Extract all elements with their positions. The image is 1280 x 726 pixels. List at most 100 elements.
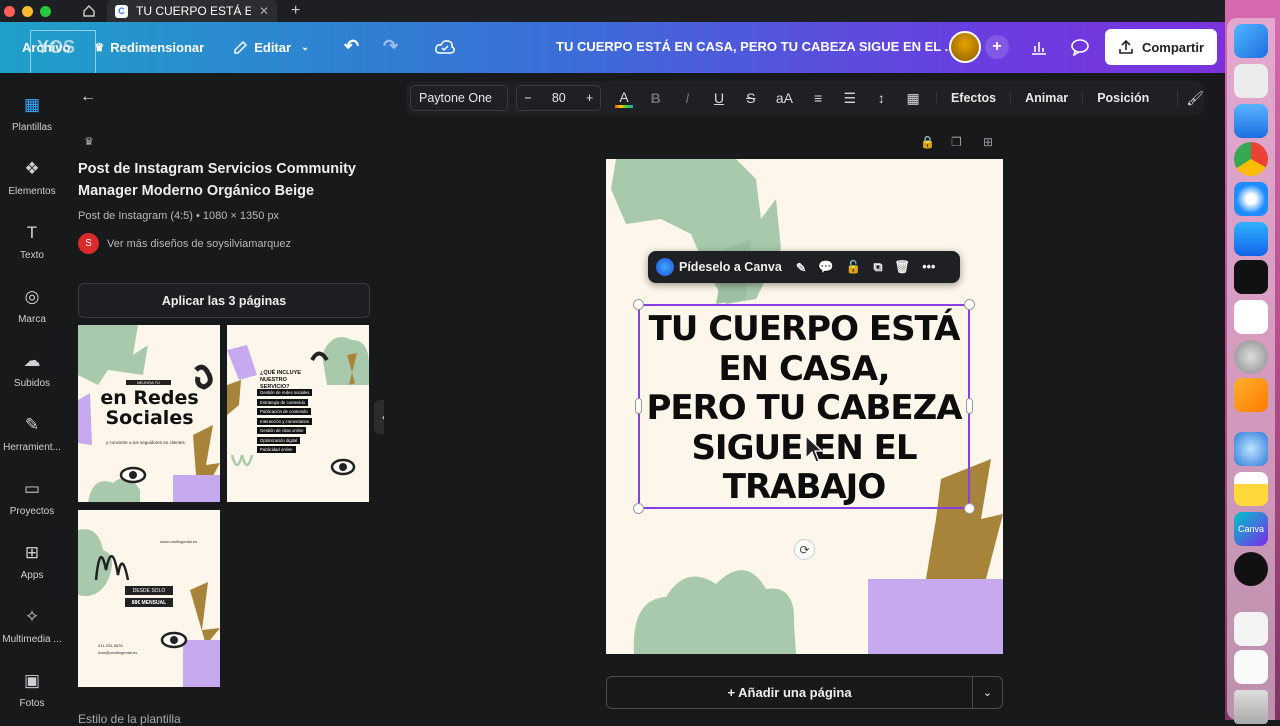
robot-app-icon[interactable] bbox=[1234, 432, 1268, 466]
resize-handle-top-right[interactable] bbox=[964, 299, 975, 310]
template-thumbnail-3[interactable]: www.unsitiogenial.es DESDE SOLO 88€ MENS… bbox=[78, 510, 220, 687]
insights-button[interactable] bbox=[1022, 31, 1056, 63]
edit-mode-button[interactable]: Editar ⌄ bbox=[232, 40, 309, 56]
thumbnail-3-price2: 88€ MENSUAL bbox=[131, 600, 167, 606]
sidebar-item-label: Subidos bbox=[13, 378, 51, 389]
finder-icon[interactable] bbox=[1234, 24, 1268, 58]
user-avatar[interactable] bbox=[949, 31, 981, 63]
cloud-saved-icon[interactable] bbox=[434, 38, 456, 56]
sidebar-item-multimedia[interactable]: ✧ Multimedia ... bbox=[0, 607, 64, 645]
screen-recorder-icon[interactable] bbox=[1234, 552, 1268, 586]
thumbnail-1-heading: en Redes Sociales bbox=[100, 387, 199, 429]
duplicate-page-icon[interactable]: ❐ bbox=[951, 135, 962, 149]
duplicate-icon[interactable]: ⧉ bbox=[873, 260, 882, 275]
lock-element-icon[interactable]: 🔓 bbox=[846, 260, 862, 275]
pages-icon[interactable] bbox=[1234, 378, 1268, 412]
font-size-increase[interactable]: + bbox=[586, 91, 593, 105]
share-button[interactable]: Compartir bbox=[1105, 29, 1217, 65]
more-options-icon[interactable]: ••• bbox=[922, 260, 935, 274]
sidebar-item-elements[interactable]: ❖ Elementos bbox=[0, 159, 64, 197]
new-tab-button[interactable]: + bbox=[291, 2, 300, 20]
template-thumbnail-2[interactable]: ¿QUÉ INCLUYE NUESTRO SERVICIO? Gestión d… bbox=[227, 325, 369, 502]
invite-button[interactable]: + bbox=[985, 35, 1009, 59]
sidebar-item-apps[interactable]: ⊞ Apps bbox=[0, 543, 64, 581]
font-family-select[interactable]: Paytone One bbox=[410, 85, 509, 111]
photos-icon: ▣ bbox=[23, 671, 41, 690]
sidebar-item-projects[interactable]: ▭ Proyectos bbox=[0, 479, 64, 517]
template-thumbnail-1[interactable]: MEJORA TU PRESENCIA en Redes Sociales y … bbox=[78, 325, 220, 502]
italic-icon[interactable]: I bbox=[679, 90, 697, 106]
list-icon[interactable]: ☰ bbox=[841, 90, 859, 107]
magic-edit-icon[interactable]: ✎ bbox=[796, 260, 806, 275]
trash-icon[interactable] bbox=[1234, 690, 1268, 724]
animate-button[interactable]: Animar bbox=[1010, 91, 1082, 105]
minimize-window-button[interactable] bbox=[22, 5, 33, 17]
position-button[interactable]: Posición bbox=[1082, 91, 1163, 105]
effects-button[interactable]: Efectos bbox=[935, 91, 1010, 105]
redo-icon[interactable]: ↷ bbox=[383, 36, 398, 57]
resize-handle-top-left[interactable] bbox=[633, 299, 644, 310]
sidebar-item-label: Elementos bbox=[8, 186, 56, 197]
text-icon: T bbox=[26, 223, 38, 242]
headline-text[interactable]: TU CUERPO ESTÁ EN CASA, PERO TU CABEZA SIGU… bbox=[640, 309, 968, 508]
underline-icon[interactable]: U bbox=[710, 90, 728, 106]
home-tab[interactable] bbox=[71, 0, 107, 22]
font-size-decrease[interactable]: − bbox=[524, 91, 531, 105]
font-size-stepper[interactable]: − 80 + bbox=[516, 85, 602, 111]
screenshot-icon[interactable] bbox=[1234, 64, 1268, 98]
sidebar-item-photos[interactable]: ▣ Fotos bbox=[0, 671, 64, 709]
watermark-text: YOS bbox=[37, 37, 76, 57]
align-center-icon[interactable]: ≡ bbox=[809, 90, 827, 106]
chrome-icon[interactable] bbox=[1234, 142, 1268, 176]
headline-line: EN CASA, bbox=[718, 348, 890, 389]
apps-icon: ⊞ bbox=[24, 543, 40, 562]
strikethrough-icon[interactable]: S bbox=[742, 90, 760, 106]
notes-icon[interactable] bbox=[1234, 472, 1268, 506]
sidebar-item-templates[interactable]: ▦ Plantillas bbox=[0, 95, 64, 133]
resize-button[interactable]: ♛ Redimensionar bbox=[94, 40, 204, 55]
apply-all-pages-button[interactable]: Aplicar las 3 páginas bbox=[78, 283, 370, 318]
font-size-value[interactable]: 80 bbox=[552, 91, 566, 105]
close-tab-icon[interactable]: ✕ bbox=[259, 4, 269, 18]
author-link-label: Ver más diseños de soysilviamarquez bbox=[107, 237, 292, 250]
author-link[interactable]: S Ver más diseños de soysilviamarquez bbox=[78, 233, 291, 254]
ask-canva-button[interactable]: Pídeselo a Canva bbox=[679, 260, 782, 274]
browser-tab-active[interactable]: C TU CUERPO ESTÁ E... ✕ bbox=[107, 0, 277, 22]
rotate-handle-icon[interactable]: ⟳ bbox=[794, 539, 815, 560]
app-store-icon[interactable] bbox=[1234, 222, 1268, 256]
undo-icon[interactable]: ↶ bbox=[344, 36, 359, 57]
sidebar-item-text[interactable]: T Texto bbox=[0, 223, 64, 261]
safari-icon[interactable] bbox=[1234, 182, 1268, 216]
lock-icon[interactable]: 🔒 bbox=[920, 135, 935, 149]
document-thumbnail-icon[interactable] bbox=[1234, 612, 1268, 646]
canva-app-icon[interactable]: Canva bbox=[1234, 512, 1268, 546]
thumbnail-3-phone: 911-234-5678 bbox=[98, 643, 123, 648]
add-page-icon[interactable]: ⊞ bbox=[983, 135, 993, 149]
transparency-icon[interactable]: ▦ bbox=[904, 90, 922, 107]
comments-button[interactable] bbox=[1063, 31, 1097, 63]
text-color-icon[interactable]: A bbox=[615, 88, 633, 108]
tools-icon: ✎ bbox=[24, 415, 40, 434]
document-title[interactable]: TU CUERPO ESTÁ EN CASA, PERO TU CABEZA S… bbox=[556, 39, 955, 54]
app-dark-icon[interactable] bbox=[1234, 260, 1268, 294]
document-thumbnail-2-icon[interactable] bbox=[1234, 650, 1268, 684]
mail-icon[interactable] bbox=[1234, 104, 1268, 138]
calendar-icon[interactable] bbox=[1234, 300, 1268, 334]
close-window-button[interactable] bbox=[4, 5, 15, 17]
comment-add-icon[interactable]: 💬 bbox=[818, 260, 834, 275]
back-arrow-icon[interactable]: ← bbox=[80, 88, 96, 106]
add-page-dropdown[interactable]: ⌄ bbox=[972, 676, 1003, 709]
editor-topbar: Archivo ♛ Redimensionar Editar ⌄ ↶ ↷ TU … bbox=[0, 22, 1225, 73]
sidebar-item-brand[interactable]: ◎ Marca bbox=[0, 287, 64, 325]
bold-icon[interactable]: B bbox=[647, 90, 665, 106]
letter-case-icon[interactable]: aA bbox=[774, 90, 796, 106]
system-settings-icon[interactable] bbox=[1234, 340, 1268, 374]
add-page-button[interactable]: + Añadir una página bbox=[606, 676, 973, 709]
delete-icon[interactable]: 🗑 bbox=[894, 260, 910, 275]
sidebar-item-uploads[interactable]: ☁ Subidos bbox=[0, 351, 64, 389]
spacing-icon[interactable]: ↕ bbox=[873, 90, 891, 106]
zoom-window-button[interactable] bbox=[40, 5, 51, 17]
uploads-icon: ☁ bbox=[23, 351, 41, 370]
sidebar-item-tools[interactable]: ✎ Herramient... bbox=[0, 415, 64, 453]
paint-roller-icon[interactable]: 🖌 bbox=[1177, 89, 1204, 107]
